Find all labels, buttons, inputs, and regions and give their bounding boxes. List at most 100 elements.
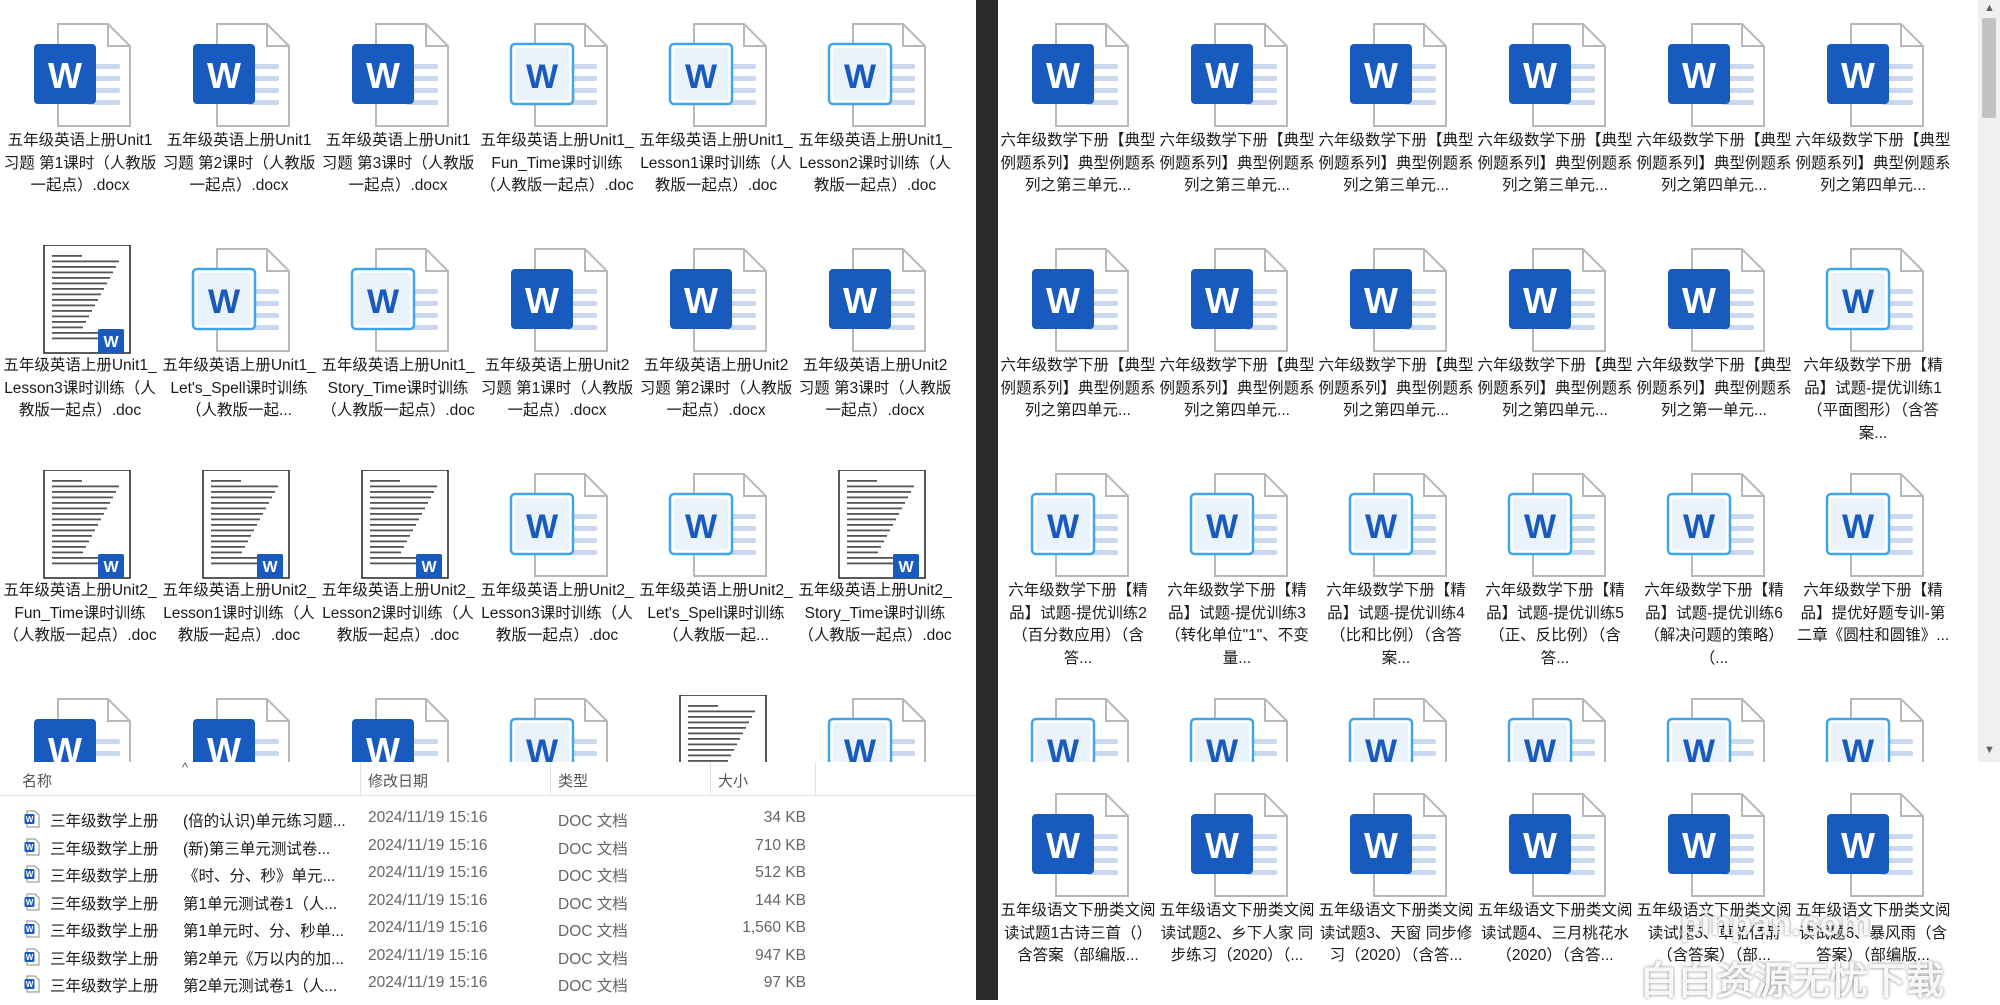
- svg-text:W: W: [1206, 733, 1239, 762]
- file-tile[interactable]: W: [636, 681, 796, 762]
- file-tile[interactable]: W: [159, 681, 319, 762]
- file-tile[interactable]: W 五年级英语上册Unit2_Lesson1课时训练（人教版一起点）.doc: [159, 456, 319, 676]
- file-tile[interactable]: W: [1316, 681, 1476, 762]
- file-tile[interactable]: W 六年级数学下册【典型例题系列】典型例题系列之第三单元...: [998, 6, 1158, 226]
- right-top-scrollbar[interactable]: ▲ ▼: [1978, 0, 2000, 762]
- file-tile[interactable]: W 六年级数学下册【典型例题系列】典型例题系列之第三单元...: [1316, 6, 1476, 226]
- word-doc-icon: W: [664, 245, 774, 355]
- file-tile[interactable]: W 五年级英语上册Unit2 习题 第2课时（人教版一起点）.docx: [636, 231, 796, 451]
- file-tile[interactable]: W 五年级英语上册Unit2_Lesson2课时训练（人教版一起点）.doc: [318, 456, 478, 676]
- file-name-label: 六年级数学下册【精品】提优好题专训-第二章《圆柱和圆锥》...: [1796, 582, 1950, 644]
- file-tile[interactable]: W 六年级数学下册【精品】试题-提优训练3（转化单位"1"、不变量...: [1157, 456, 1317, 676]
- file-tile[interactable]: W 五年级英语上册Unit1 习题 第2课时（人教版一起点）.docx: [159, 6, 319, 226]
- file-tile[interactable]: W 六年级数学下册【精品】试题-提优训练4（比和比例）（含答案...: [1316, 456, 1476, 676]
- file-tile[interactable]: W 六年级数学下册【精品】试题-提优训练1（平面图形）（含答案...: [1793, 231, 1953, 451]
- row-desc: 第1单元时、分、秒单...: [183, 923, 345, 940]
- svg-text:W: W: [1683, 733, 1716, 762]
- file-tile[interactable]: W: [1157, 681, 1317, 762]
- file-tile[interactable]: W 五年级英语上册Unit1_Lesson3课时训练（人教版一起点）.doc: [0, 231, 160, 451]
- word-doc-small-icon: W: [24, 865, 40, 883]
- file-tile[interactable]: W 五年级英语上册Unit1 习题 第3课时（人教版一起点）.docx: [318, 6, 478, 226]
- word-doc-icon: W: [1821, 790, 1931, 900]
- file-name-label: 五年级英语上册Unit1_Lesson3课时训练（人教版一起点）.doc: [3, 357, 157, 419]
- svg-text:W: W: [1364, 825, 1398, 866]
- table-row[interactable]: W 三年级数学上册 《时、分、秒》单元... 2024/11/19 15:16 DOC …: [0, 860, 976, 888]
- file-tile[interactable]: W 六年级数学下册【精品】试题-提优训练6（解决问题的策略）（...: [1634, 456, 1794, 676]
- svg-text:W: W: [26, 815, 34, 824]
- file-tile[interactable]: W 六年级数学下册【典型例题系列】典型例题系列之第三单元...: [1157, 6, 1317, 226]
- row-date: 2024/11/19 15:16: [368, 974, 488, 991]
- file-tile[interactable]: W 五年级语文下册类文阅读试题3、天窗 同步修习（2020）（含答...: [1316, 776, 1476, 996]
- file-tile[interactable]: W 六年级数学下册【精品】提优好题专训-第二章《圆柱和圆锥》...: [1793, 456, 1953, 676]
- file-tile[interactable]: W 六年级数学下册【典型例题系列】典型例题系列之第四单元...: [1793, 6, 1953, 226]
- file-name-label: 六年级数学下册【典型例题系列】典型例题系列之第四单元...: [1477, 357, 1633, 419]
- file-tile[interactable]: W: [1475, 681, 1635, 762]
- document-thumbnail-icon: W: [346, 469, 456, 580]
- svg-text:W: W: [1206, 508, 1239, 546]
- file-tile[interactable]: W 五年级英语上册Unit2_Fun_Time课时训练（人教版一起点）.doc: [0, 456, 160, 676]
- file-tile[interactable]: W 五年级英语上册Unit2_Story_Time课时训练（人教版一起点）.doc: [795, 456, 955, 676]
- scroll-up-arrow-icon[interactable]: ▲: [1984, 2, 1995, 14]
- scroll-down-arrow-icon[interactable]: ▼: [1984, 744, 1995, 756]
- file-tile[interactable]: W 六年级数学下册【典型例题系列】典型例题系列之第一单元...: [1634, 231, 1794, 451]
- file-tile[interactable]: W: [1634, 681, 1794, 762]
- table-row[interactable]: W 三年级数学上册 第2单元《万以内的加... 2024/11/19 15:16 DOC…: [0, 943, 976, 971]
- table-row[interactable]: W 三年级数学上册 第1单元时、分、秒单... 2024/11/19 15:16 DOC…: [0, 915, 976, 943]
- col-sep[interactable]: [360, 762, 361, 796]
- word-doc-icon: W: [28, 20, 138, 130]
- file-tile[interactable]: W 六年级数学下册【典型例题系列】典型例题系列之第四单元...: [1475, 231, 1635, 451]
- file-tile[interactable]: W 五年级语文下册类文阅读试题4、三月桃花水（2020）（含答...: [1475, 776, 1635, 996]
- col-sep[interactable]: [710, 762, 711, 796]
- file-tile[interactable]: W 六年级数学下册【典型例题系列】典型例题系列之第四单元...: [1157, 231, 1317, 451]
- details-view[interactable]: 名称 ^ 修改日期 类型 大小 W 三年级数学上册 (倍的认识)单元练习题... 20…: [0, 762, 976, 1000]
- file-tile[interactable]: W 五年级语文下册类文阅读试题2、乡下人家 同步练习（2020）（...: [1157, 776, 1317, 996]
- word-doc-icon: W: [1026, 245, 1136, 355]
- file-tile[interactable]: W 六年级数学下册【精品】试题-提优训练2（百分数应用）（含答...: [998, 456, 1158, 676]
- file-tile[interactable]: W: [477, 681, 637, 762]
- file-tile[interactable]: W: [795, 681, 955, 762]
- file-tile[interactable]: W 六年级数学下册【典型例题系列】典型例题系列之第四单元...: [1316, 231, 1476, 451]
- file-tile[interactable]: W 五年级英语上册Unit2_Lesson3课时训练（人教版一起点）.doc: [477, 456, 637, 676]
- svg-text:W: W: [685, 58, 718, 96]
- file-tile[interactable]: W 六年级数学下册【典型例题系列】典型例题系列之第三单元...: [1475, 6, 1635, 226]
- file-name-label: 五年级英语上册Unit1_Story_Time课时训练（人教版一起点）.doc: [321, 357, 475, 419]
- file-tile[interactable]: W 六年级数学下册【典型例题系列】典型例题系列之第四单元...: [1634, 6, 1794, 226]
- col-size[interactable]: 大小: [718, 770, 748, 791]
- table-row[interactable]: W 三年级数学上册 第1单元测试卷1（人... 2024/11/19 15:16 DOC…: [0, 888, 976, 916]
- file-tile[interactable]: W 五年级语文下册类文阅读试题1古诗三首（）含答案（部编版...: [998, 776, 1158, 996]
- file-tile[interactable]: W 六年级数学下册【精品】试题-提优训练5（正、反比例）（含答...: [1475, 456, 1635, 676]
- file-tile[interactable]: W 五年级英语上册Unit2_Let's_Spell课时训练（人教版一起...: [636, 456, 796, 676]
- file-tile[interactable]: W 五年级英语上册Unit2 习题 第3课时（人教版一起点）.docx: [795, 231, 955, 451]
- table-row[interactable]: W 三年级数学上册 第2单元测试卷1（人... 2024/11/19 15:16 DOC…: [0, 970, 976, 998]
- left-icon-pane[interactable]: W 五年级英语上册Unit1 习题 第1课时（人教版一起点）.docx W 五年级英语…: [0, 0, 976, 762]
- file-tile[interactable]: W: [0, 681, 160, 762]
- row-desc: 《时、分、秒》单元...: [183, 868, 336, 885]
- svg-text:W: W: [103, 559, 119, 576]
- file-tile[interactable]: W: [998, 681, 1158, 762]
- file-tile[interactable]: W 五年级英语上册Unit1 习题 第1课时（人教版一起点）.docx: [0, 6, 160, 226]
- row-type: DOC 文档: [558, 895, 628, 913]
- file-tile[interactable]: W 五年级英语上册Unit2 习题 第1课时（人教版一起点）.docx: [477, 231, 637, 451]
- col-name[interactable]: 名称: [22, 770, 52, 791]
- table-row[interactable]: W 三年级数学上册 (倍的认识)单元练习题... 2024/11/19 15:16 DO…: [0, 805, 976, 833]
- right-icon-pane[interactable]: W 六年级数学下册【典型例题系列】典型例题系列之第三单元... W 六年级数学下册【典…: [998, 0, 1978, 762]
- file-tile[interactable]: W 六年级数学下册【典型例题系列】典型例题系列之第四单元...: [998, 231, 1158, 451]
- col-sep[interactable]: [815, 762, 816, 796]
- table-row[interactable]: W 三年级数学上册 (新)第三单元测试卷... 2024/11/19 15:16 DOC…: [0, 833, 976, 861]
- file-tile[interactable]: W 五年级英语上册Unit1_Lesson2课时训练（人教版一起点）.doc: [795, 6, 955, 226]
- scroll-thumb[interactable]: [1982, 18, 1996, 118]
- file-name-label: 五年级英语上册Unit2 习题 第2课时（人教版一起点）.docx: [639, 357, 793, 419]
- file-tile[interactable]: W 五年级英语上册Unit1_Lesson1课时训练（人教版一起点）.doc: [636, 6, 796, 226]
- file-name-label: 五年级英语上册Unit1_Lesson2课时训练（人教版一起点）.doc: [798, 132, 952, 194]
- word-doc-icon: W: [823, 695, 933, 762]
- col-type[interactable]: 类型: [558, 770, 588, 791]
- col-date[interactable]: 修改日期: [368, 770, 428, 791]
- word-doc-small-icon: W: [24, 893, 40, 910]
- file-tile[interactable]: W 五年级英语上册Unit1_Let's_Spell课时训练（人教版一起...: [159, 231, 319, 451]
- word-doc-icon: W: [1503, 695, 1613, 762]
- file-tile[interactable]: W: [318, 681, 478, 762]
- col-sep[interactable]: [550, 762, 551, 796]
- file-tile[interactable]: W: [1793, 681, 1953, 762]
- file-tile[interactable]: W 五年级英语上册Unit1_Fun_Time课时训练（人教版一起点）.doc: [477, 6, 637, 226]
- file-tile[interactable]: W 五年级英语上册Unit1_Story_Time课时训练（人教版一起点）.doc: [318, 231, 478, 451]
